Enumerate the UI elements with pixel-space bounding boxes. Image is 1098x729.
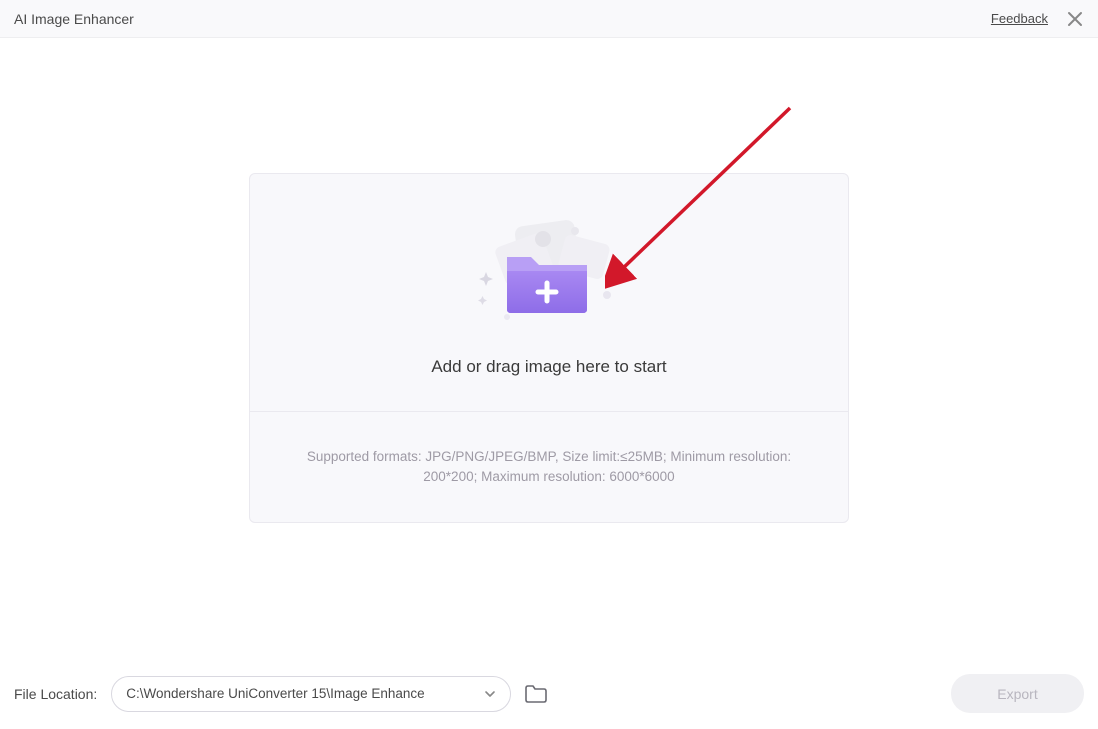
export-button[interactable]: Export xyxy=(951,674,1084,713)
app-title: AI Image Enhancer xyxy=(14,11,134,27)
folder-plus-illustration xyxy=(469,217,629,327)
window-header: AI Image Enhancer Feedback xyxy=(0,0,1098,38)
footer-left: File Location: C:\Wondershare UniConvert… xyxy=(14,676,547,712)
drop-zone-upper: Add or drag image here to start xyxy=(250,174,848,411)
main-content: Add or drag image here to start Supporte… xyxy=(0,38,1098,658)
chevron-down-icon xyxy=(484,688,496,700)
file-location-label: File Location: xyxy=(14,686,97,702)
supported-formats-text: Supported formats: JPG/PNG/JPEG/BMP, Siz… xyxy=(280,447,818,488)
open-folder-button[interactable] xyxy=(525,685,547,703)
drop-zone-lower: Supported formats: JPG/PNG/JPEG/BMP, Siz… xyxy=(250,411,848,522)
drop-instruction-text: Add or drag image here to start xyxy=(431,357,666,377)
close-icon xyxy=(1066,10,1084,28)
close-button[interactable] xyxy=(1066,10,1084,28)
feedback-link[interactable]: Feedback xyxy=(991,11,1048,26)
image-drop-zone[interactable]: Add or drag image here to start Supporte… xyxy=(249,173,849,523)
file-path-text: C:\Wondershare UniConverter 15\Image Enh… xyxy=(126,686,424,701)
file-path-dropdown[interactable]: C:\Wondershare UniConverter 15\Image Enh… xyxy=(111,676,511,712)
header-actions: Feedback xyxy=(991,10,1084,28)
footer-bar: File Location: C:\Wondershare UniConvert… xyxy=(0,658,1098,729)
